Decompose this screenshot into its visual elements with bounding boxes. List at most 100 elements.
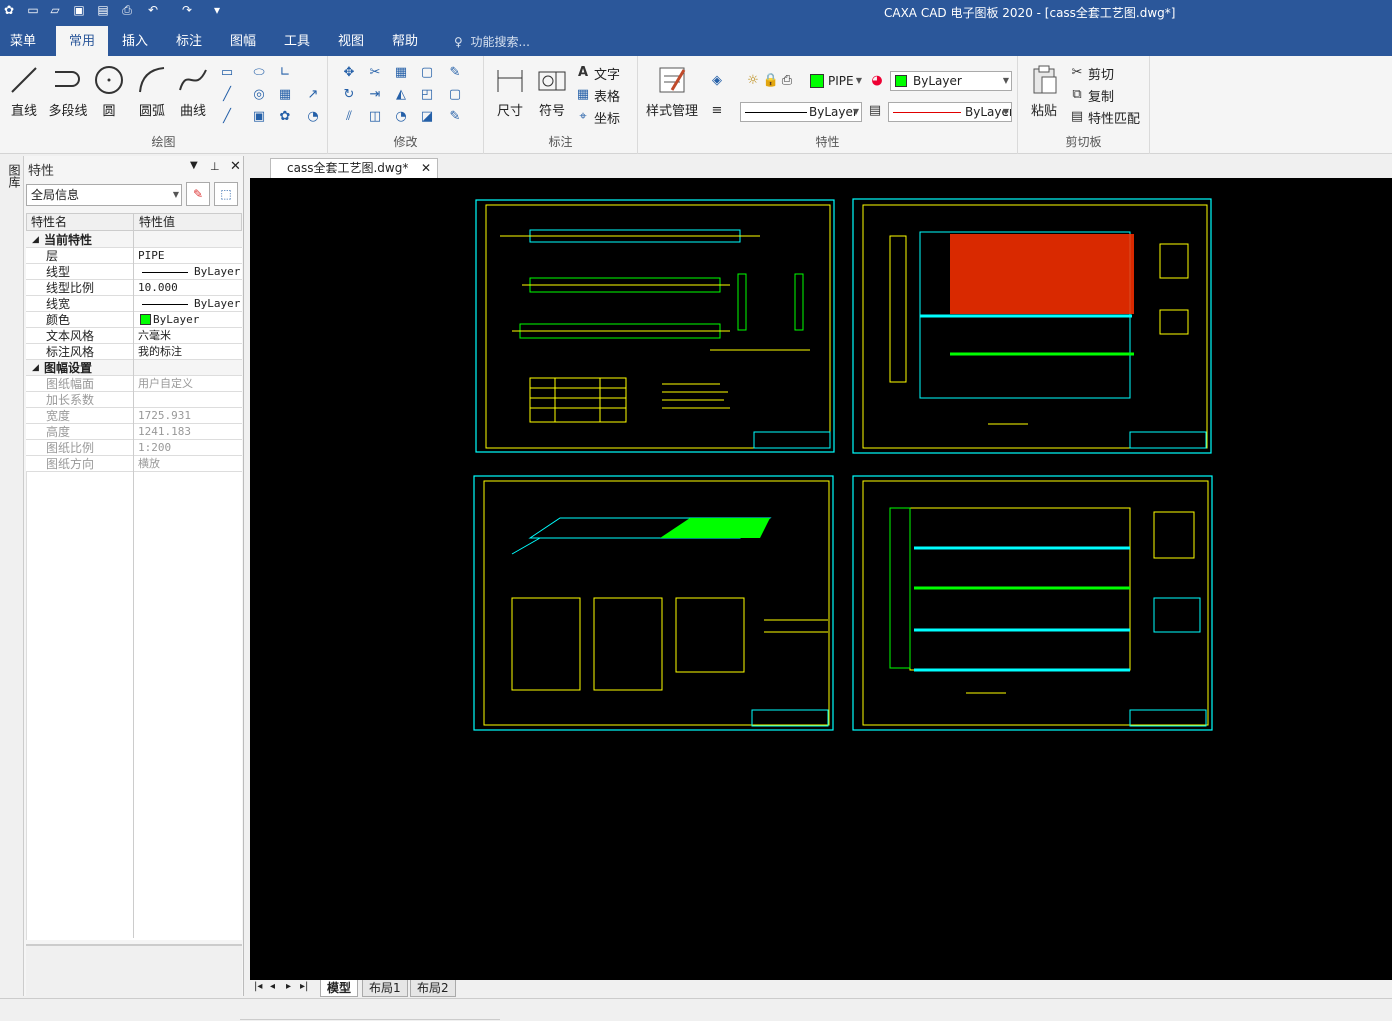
dimension-button[interactable]: 尺寸	[490, 64, 530, 119]
coordinate-button[interactable]: 坐标	[594, 108, 620, 127]
table-icon[interactable]: ▦	[574, 86, 592, 104]
property-row[interactable]: 层 PIPE	[26, 248, 242, 264]
property-row[interactable]: 图纸方向 横放	[26, 456, 242, 472]
text-button[interactable]: 文字	[594, 64, 620, 83]
property-value[interactable]: 六毫米	[138, 328, 171, 344]
property-row[interactable]: 线宽 ByLayer	[26, 296, 242, 312]
eraser-icon[interactable]: ✎	[446, 64, 464, 82]
match-properties-icon[interactable]: ▤	[1068, 108, 1086, 126]
extend-icon[interactable]: ⇥	[366, 86, 384, 104]
hatch-icon[interactable]: ◎	[250, 86, 268, 104]
cloud-icon[interactable]: ✿	[276, 108, 294, 126]
trim-icon[interactable]: ✂	[366, 64, 384, 82]
array-icon[interactable]: ▦	[392, 64, 410, 82]
selection-filter-select[interactable]: 全局信息 ▼	[26, 184, 182, 206]
point-icon[interactable]: ↗	[304, 86, 322, 104]
coordinate-icon[interactable]: ⌖	[574, 108, 592, 126]
polyline-button[interactable]: 多段线	[44, 64, 92, 119]
spline-icon[interactable]: ◔	[304, 108, 322, 126]
property-row[interactable]: 高度 1241.183	[26, 424, 242, 440]
property-value[interactable]: 10.000	[138, 280, 178, 296]
tab-menu[interactable]: 菜单	[0, 26, 46, 56]
parallel-icon[interactable]: ╱	[218, 108, 236, 126]
redo-icon[interactable]: ↷	[180, 3, 194, 17]
copy-icon[interactable]: ⧉	[1068, 86, 1086, 104]
drawing-canvas[interactable]	[250, 178, 1392, 980]
offset-icon[interactable]: ⫽	[340, 108, 358, 126]
tab-sheet[interactable]: 图幅	[220, 26, 266, 56]
close-icon[interactable]: ✕	[230, 159, 241, 174]
layer-manager-icon[interactable]: ◈	[708, 72, 726, 90]
scale-icon[interactable]: ◰	[418, 86, 436, 104]
property-row[interactable]: 宽度 1725.931	[26, 408, 242, 424]
customize-qa-icon[interactable]: ▾	[210, 3, 224, 17]
explode-icon[interactable]: ▢	[446, 86, 464, 104]
property-row[interactable]: 图纸比例 1:200	[26, 440, 242, 456]
property-value[interactable]: PIPE	[138, 248, 165, 264]
panel-menu-icon[interactable]: ▼	[190, 160, 198, 171]
linestyle-list-icon[interactable]: ≡	[708, 102, 726, 120]
circle-button[interactable]: 圆	[92, 64, 126, 119]
copy-button[interactable]: 复制	[1088, 86, 1114, 105]
tab-tools[interactable]: 工具	[274, 26, 320, 56]
tab-model[interactable]: 模型	[320, 980, 359, 997]
lineweight-icon[interactable]: ▤	[866, 102, 884, 120]
layer-print-icon[interactable]: ⎙	[778, 72, 796, 90]
open-file-icon[interactable]: ▱	[48, 3, 62, 17]
move-icon[interactable]: ✥	[340, 64, 358, 82]
table-button[interactable]: 表格	[594, 86, 620, 105]
close-tab-icon[interactable]: ✕	[421, 159, 431, 177]
new-file-icon[interactable]: ▭	[26, 3, 40, 17]
library-tab[interactable]: 图库	[4, 164, 21, 188]
tab-layout1[interactable]: 布局1	[362, 980, 408, 997]
print-icon[interactable]: ⎙	[120, 3, 134, 17]
prev-tab-icon[interactable]: ◂	[270, 981, 275, 992]
app-icon[interactable]: ✿	[2, 3, 16, 17]
property-value[interactable]: ByLayer	[194, 264, 240, 280]
select-objects-button[interactable]: ⬚	[214, 182, 238, 206]
linetype-select[interactable]: ByLayer ▼	[740, 102, 862, 122]
tab-common[interactable]: 常用	[56, 26, 108, 56]
cut-button[interactable]: 剪切	[1088, 64, 1114, 83]
ellipse-icon[interactable]: ⬭	[250, 64, 268, 82]
property-row[interactable]: 图纸幅面 用户自定义	[26, 376, 242, 392]
polygon-icon[interactable]: ▦	[276, 86, 294, 104]
curve-button[interactable]: 曲线	[174, 64, 212, 119]
mirror-icon[interactable]: ◭	[392, 86, 410, 104]
last-tab-icon[interactable]: ▸|	[300, 981, 308, 992]
color-wheel-icon[interactable]: ◕	[868, 72, 886, 90]
style-manager-button[interactable]: 样式管理	[644, 64, 700, 119]
property-row[interactable]: 颜色 ByLayer	[26, 312, 242, 328]
fillet-icon[interactable]: ◔	[392, 108, 410, 126]
pin-icon[interactable]: ⊥	[210, 160, 220, 173]
tab-help[interactable]: 帮助	[382, 26, 428, 56]
paste-button[interactable]: 粘贴	[1024, 64, 1064, 119]
angle-icon[interactable]: ∟	[276, 64, 294, 82]
property-value[interactable]: ByLayer	[153, 312, 199, 328]
quick-select-button[interactable]: ✎	[186, 182, 210, 206]
property-section[interactable]: ◢ 当前特性	[26, 232, 242, 248]
cut-icon[interactable]: ✂	[1068, 64, 1086, 82]
stretch-icon[interactable]: ◫	[366, 108, 384, 126]
collapse-icon[interactable]: ◢	[32, 232, 39, 248]
fill-icon[interactable]: ▣	[250, 108, 268, 126]
rectangle-icon[interactable]: ▭	[218, 64, 236, 82]
next-tab-icon[interactable]: ▸	[286, 981, 291, 992]
layer-select[interactable]: PIPE ▼	[824, 72, 864, 92]
chamfer-icon[interactable]: ◪	[418, 108, 436, 126]
property-section[interactable]: ◢ 图幅设置	[26, 360, 242, 376]
tab-layout2[interactable]: 布局2	[410, 980, 456, 997]
function-search[interactable]: ♀ 功能搜索...	[454, 26, 530, 56]
property-row[interactable]: 加长系数	[26, 392, 242, 408]
lineweight-select[interactable]: ByLayer ▼	[888, 102, 1012, 122]
property-row[interactable]: 标注风格 我的标注	[26, 344, 242, 360]
edit-icon[interactable]: ✎	[446, 108, 464, 126]
undo-icon[interactable]: ↶	[146, 3, 160, 17]
symbol-button[interactable]: 符号	[532, 64, 572, 119]
tab-annotate[interactable]: 标注	[166, 26, 212, 56]
property-value[interactable]: ByLayer	[194, 296, 240, 312]
first-tab-icon[interactable]: |◂	[254, 981, 262, 992]
centerline-icon[interactable]: ╱	[218, 86, 236, 104]
document-tab[interactable]: cass全套工艺图.dwg* ✕	[270, 158, 438, 178]
property-row[interactable]: 线型比例 10.000	[26, 280, 242, 296]
